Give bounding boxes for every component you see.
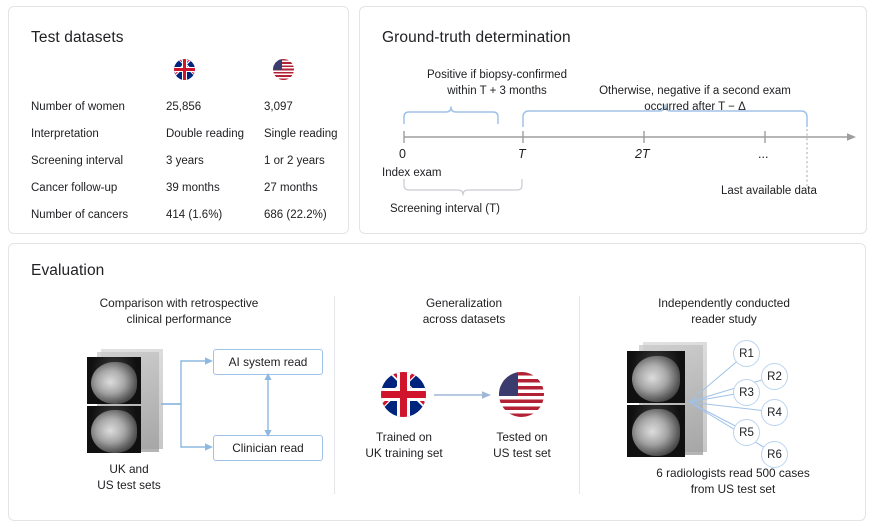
row-label-screening-interval: Screening interval — [31, 155, 123, 167]
section3-caption-line2: from US test set — [609, 482, 857, 498]
us-flag-icon-generalization — [499, 372, 544, 417]
clinician-read-label: Clinician read — [232, 441, 303, 455]
test-datasets-panel: Test datasets Number of women 25,856 3,0… — [8, 6, 349, 234]
mammogram-stack-comparison — [87, 354, 169, 454]
bidirectional-compare-arrow — [258, 372, 278, 438]
section3-heading-line1: Independently conducted — [599, 296, 849, 311]
section1-caption-line1: UK and — [49, 462, 209, 478]
evaluation-panel: Evaluation Comparison with retrospective… — [8, 243, 866, 521]
clinician-read-box[interactable]: Clinician read — [213, 435, 323, 461]
reader-label-r2: R2 — [767, 371, 782, 383]
cell-us-number-of-women: 3,097 — [264, 101, 293, 113]
brace-positive-window — [404, 107, 498, 124]
section-divider-2 — [579, 296, 580, 494]
reader-label-r3: R3 — [739, 387, 754, 399]
annotation-negative-line1: Otherwise, negative if a second exam — [550, 85, 840, 97]
cell-uk-interpretation: Double reading — [166, 128, 244, 140]
axis-tick-label-ellipsis: ... — [758, 147, 768, 161]
cell-us-screening-interval: 1 or 2 years — [264, 155, 325, 167]
reader-circle-r3: R3 — [733, 379, 760, 406]
section2-source-line1: Trained on — [346, 430, 462, 446]
row-label-cancer-follow-up: Cancer follow-up — [31, 182, 117, 194]
ground-truth-panel: Ground-truth determination Positive if b… — [359, 6, 867, 234]
section2-heading-line2: across datasets — [354, 312, 574, 327]
row-label-number-of-cancers: Number of cancers — [31, 209, 128, 221]
page-title-ground-truth: Ground-truth determination — [382, 29, 571, 47]
label-last-available-data: Last available data — [721, 185, 817, 197]
reader-circle-r5: R5 — [733, 419, 760, 446]
cell-us-cancer-follow-up: 27 months — [264, 182, 318, 194]
cell-us-number-of-cancers: 686 (22.2%) — [264, 209, 327, 221]
axis-sublabel-index-exam: Index exam — [382, 167, 441, 179]
ai-system-read-label: AI system read — [229, 355, 308, 369]
section-divider-1 — [334, 296, 335, 494]
section2-target-line1: Tested on — [464, 430, 580, 446]
label-screening-interval: Screening interval (T) — [390, 203, 500, 215]
section2-target-line2: US test set — [464, 446, 580, 462]
section2-heading-line1: Generalization — [354, 296, 574, 311]
uk-flag-icon — [174, 59, 195, 80]
cell-us-interpretation: Single reading — [264, 128, 338, 140]
axis-tick-label-0: 0 — [399, 147, 406, 161]
reader-circle-r6: R6 — [761, 441, 788, 468]
page-title-test-datasets: Test datasets — [31, 29, 124, 47]
comparison-split-arrows — [159, 344, 219, 464]
section3-heading-line2: reader study — [599, 312, 849, 327]
uk-flag-icon-generalization — [381, 372, 426, 417]
axis-tick-label-2T: 2T — [635, 147, 650, 161]
reader-circle-r1: R1 — [733, 340, 760, 367]
annotation-negative-line2: occurred after T − Δ — [550, 101, 840, 113]
reader-circle-r4: R4 — [761, 399, 788, 426]
axis-tick-label-T: T — [518, 147, 526, 161]
cell-uk-cancer-follow-up: 39 months — [166, 182, 220, 194]
section1-heading-line1: Comparison with retrospective — [39, 296, 319, 311]
us-flag-icon — [273, 59, 294, 80]
section1-caption-line2: US test sets — [49, 478, 209, 494]
cell-uk-number-of-women: 25,856 — [166, 101, 201, 113]
generalization-arrow — [434, 386, 494, 404]
timeline-arrowhead — [847, 133, 856, 141]
brace-screening-interval — [404, 179, 522, 195]
row-label-interpretation: Interpretation — [31, 128, 99, 140]
section3-caption-line1: 6 radiologists read 500 cases — [609, 466, 857, 482]
section1-heading-line2: clinical performance — [39, 312, 319, 327]
section2-source-line2: UK training set — [346, 446, 462, 462]
reader-label-r6: R6 — [767, 449, 782, 461]
reader-label-r5: R5 — [739, 427, 754, 439]
cell-uk-screening-interval: 3 years — [166, 155, 204, 167]
annotation-positive-line1: Positive if biopsy-confirmed — [392, 69, 602, 81]
page-title-evaluation: Evaluation — [31, 262, 104, 280]
cell-uk-number-of-cancers: 414 (1.6%) — [166, 209, 222, 221]
reader-label-r1: R1 — [739, 348, 754, 360]
reader-circle-r2: R2 — [761, 363, 788, 390]
reader-label-r4: R4 — [767, 407, 782, 419]
row-label-number-of-women: Number of women — [31, 101, 125, 113]
